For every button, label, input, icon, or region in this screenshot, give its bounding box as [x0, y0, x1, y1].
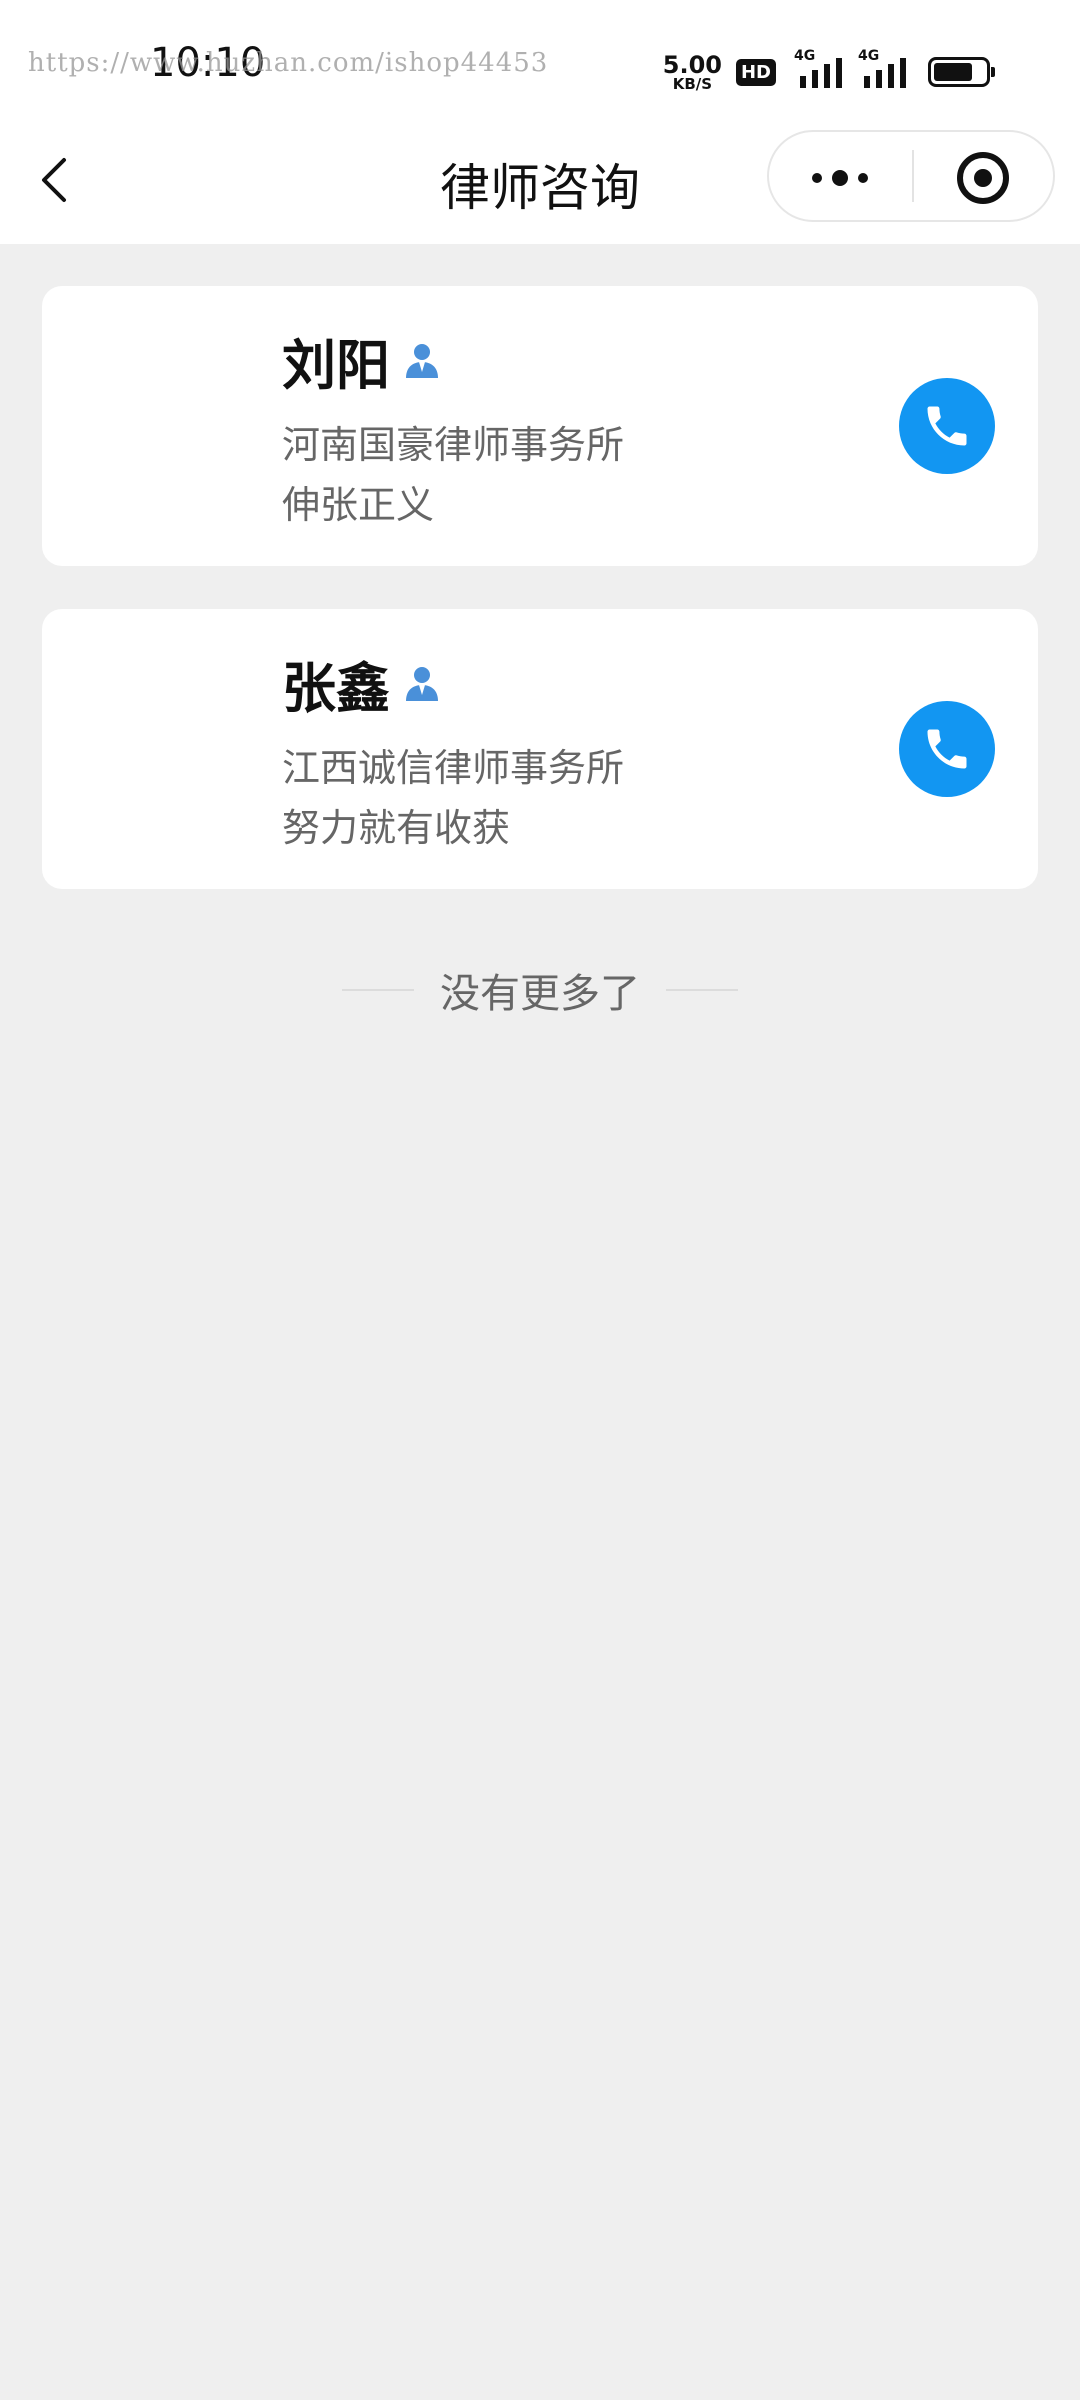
- lawyer-person-icon: [406, 667, 438, 701]
- signal-bar: [900, 58, 906, 88]
- signal-4g-icon: 4G: [794, 48, 844, 92]
- battery-tip: [991, 67, 995, 77]
- target-circle-icon: [957, 152, 1009, 204]
- signal-bar: [864, 76, 870, 88]
- mini-program-capsule: [767, 130, 1055, 222]
- lawyer-firm: 江西诚信律师事务所: [282, 746, 625, 790]
- signal-4g-icon: 4G: [858, 48, 908, 92]
- status-bar: 10:10 https://www.huzhan.com/ishop44453 …: [0, 0, 1080, 130]
- list-end-text: 没有更多了: [440, 971, 640, 1017]
- network-speed-unit: KB/S: [672, 74, 713, 93]
- signal-tag: 4G: [794, 48, 816, 64]
- more-button[interactable]: [769, 132, 911, 220]
- lawyer-name-row: 刘阳: [282, 330, 442, 397]
- lawyer-name: 张鑫: [282, 656, 390, 720]
- lawyer-name: 刘阳: [282, 333, 390, 397]
- hd-icon: HD: [735, 58, 776, 86]
- call-button[interactable]: [899, 378, 995, 474]
- lawyer-person-icon: [406, 344, 438, 378]
- network-speed-value: 5.00: [662, 50, 722, 79]
- network-speed: 5.00 KB/S: [663, 53, 722, 92]
- watermark-url: https://www.huzhan.com/ishop44453: [28, 48, 549, 78]
- battery-fill: [934, 63, 972, 81]
- close-mini-program-button[interactable]: [915, 132, 1053, 220]
- more-dots-icon: [812, 170, 868, 186]
- signal-bar: [836, 58, 842, 88]
- capsule-divider: [912, 150, 914, 202]
- lawyer-name-row: 张鑫: [282, 653, 442, 720]
- signal-bar: [812, 70, 818, 88]
- signal-tag: 4G: [858, 48, 880, 64]
- signal-bar: [824, 64, 830, 88]
- divider-line: [666, 989, 738, 991]
- signal-bar: [800, 76, 806, 88]
- lawyer-card[interactable]: 张鑫 江西诚信律师事务所 努力就有收获: [42, 609, 1038, 889]
- divider-line: [342, 989, 414, 991]
- signal-bar: [876, 70, 882, 88]
- phone-icon: [927, 406, 967, 446]
- lawyer-card[interactable]: 刘阳 河南国豪律师事务所 伸张正义: [42, 286, 1038, 566]
- signal-bar: [888, 64, 894, 88]
- list-end-indicator: 没有更多了: [0, 962, 1080, 1018]
- lawyer-motto: 伸张正义: [282, 483, 435, 527]
- phone-icon: [927, 729, 967, 769]
- lawyer-motto: 努力就有收获: [282, 806, 511, 850]
- battery-icon: [928, 57, 995, 87]
- navigation-bar: 律师咨询: [0, 130, 1080, 244]
- status-indicators: 5.00 KB/S HD 4G 4G: [663, 48, 995, 94]
- lawyer-firm: 河南国豪律师事务所: [282, 423, 625, 467]
- call-button[interactable]: [899, 701, 995, 797]
